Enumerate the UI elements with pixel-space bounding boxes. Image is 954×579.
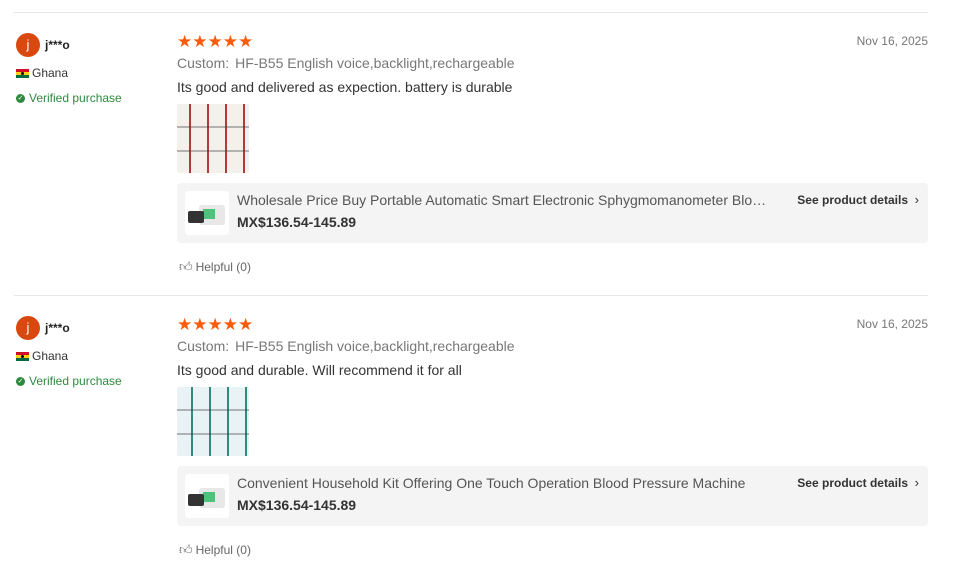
product-thumbnail[interactable] [185, 474, 229, 518]
product-card[interactable]: Wholesale Price Buy Portable Automatic S… [177, 183, 928, 243]
review-text: Its good and durable. Will recommend it … [177, 362, 462, 378]
product-price: MX$136.54-145.89 [237, 214, 357, 230]
custom-option: Custom: HF-B55 English voice,backlight,re… [177, 55, 515, 71]
review-text: Its good and delivered as expection. bat… [177, 79, 513, 95]
review-item: j j***o Ghana ✓ Verified purchase ★★★★★ N… [14, 12, 928, 296]
custom-value: HF-B55 English voice,backlight,rechargea… [235, 55, 515, 71]
verified-check-icon: ✓ [16, 377, 25, 387]
review-photo[interactable] [177, 387, 249, 456]
star-rating: ★★★★★ [177, 315, 254, 334]
reviewer-country: Ghana [16, 66, 68, 80]
review-item: j j***o Ghana ✓ Verified purchase ★★★★★ N… [14, 295, 928, 579]
product-thumbnail[interactable] [185, 191, 229, 235]
product-title[interactable]: Wholesale Price Buy Portable Automatic S… [237, 192, 773, 208]
product-price: MX$136.54-145.89 [237, 497, 357, 513]
reviewer-country: Ghana [16, 349, 68, 363]
see-product-details-link[interactable]: See product details [797, 476, 908, 490]
verified-label: Verified purchase [29, 374, 122, 388]
avatar: j [16, 316, 40, 340]
thumbs-up-icon: 👍︎ [179, 542, 193, 557]
reviewer-name: j***o [45, 38, 70, 52]
ghana-flag-icon [16, 69, 29, 79]
see-product-details-link[interactable]: See product details [797, 193, 908, 207]
country-label: Ghana [32, 349, 69, 363]
verified-badge: ✓ Verified purchase [16, 374, 122, 388]
reviewer-name: j***o [45, 321, 70, 335]
helpful-label: Helpful (0) [195, 260, 251, 274]
verified-badge: ✓ Verified purchase [16, 91, 122, 105]
country-label: Ghana [32, 66, 69, 80]
helpful-label: Helpful (0) [195, 543, 251, 557]
avatar: j [16, 33, 40, 57]
chevron-right-icon[interactable]: › [915, 192, 919, 207]
ghana-flag-icon [16, 352, 29, 362]
verified-check-icon: ✓ [16, 94, 25, 104]
product-title[interactable]: Convenient Household Kit Offering One To… [237, 475, 773, 491]
custom-value: HF-B55 English voice,backlight,rechargea… [235, 338, 515, 354]
helpful-button[interactable]: 👍︎ Helpful (0) [179, 542, 251, 558]
review-date: Nov 16, 2025 [856, 317, 928, 331]
custom-option: Custom: HF-B55 English voice,backlight,re… [177, 338, 515, 354]
review-photo[interactable] [177, 104, 249, 173]
review-content: ★★★★★ Nov 16, 2025 Custom: HF-B55 English… [177, 296, 928, 579]
review-date: Nov 16, 2025 [856, 34, 928, 48]
chevron-right-icon[interactable]: › [915, 475, 919, 490]
custom-label: Custom: [177, 338, 230, 354]
review-content: ★★★★★ Nov 16, 2025 Custom: HF-B55 English… [177, 13, 928, 296]
verified-label: Verified purchase [29, 91, 122, 105]
star-rating: ★★★★★ [177, 32, 254, 51]
thumbs-up-icon: 👍︎ [179, 259, 193, 274]
helpful-button[interactable]: 👍︎ Helpful (0) [179, 259, 251, 275]
custom-label: Custom: [177, 55, 230, 71]
product-card[interactable]: Convenient Household Kit Offering One To… [177, 466, 928, 526]
